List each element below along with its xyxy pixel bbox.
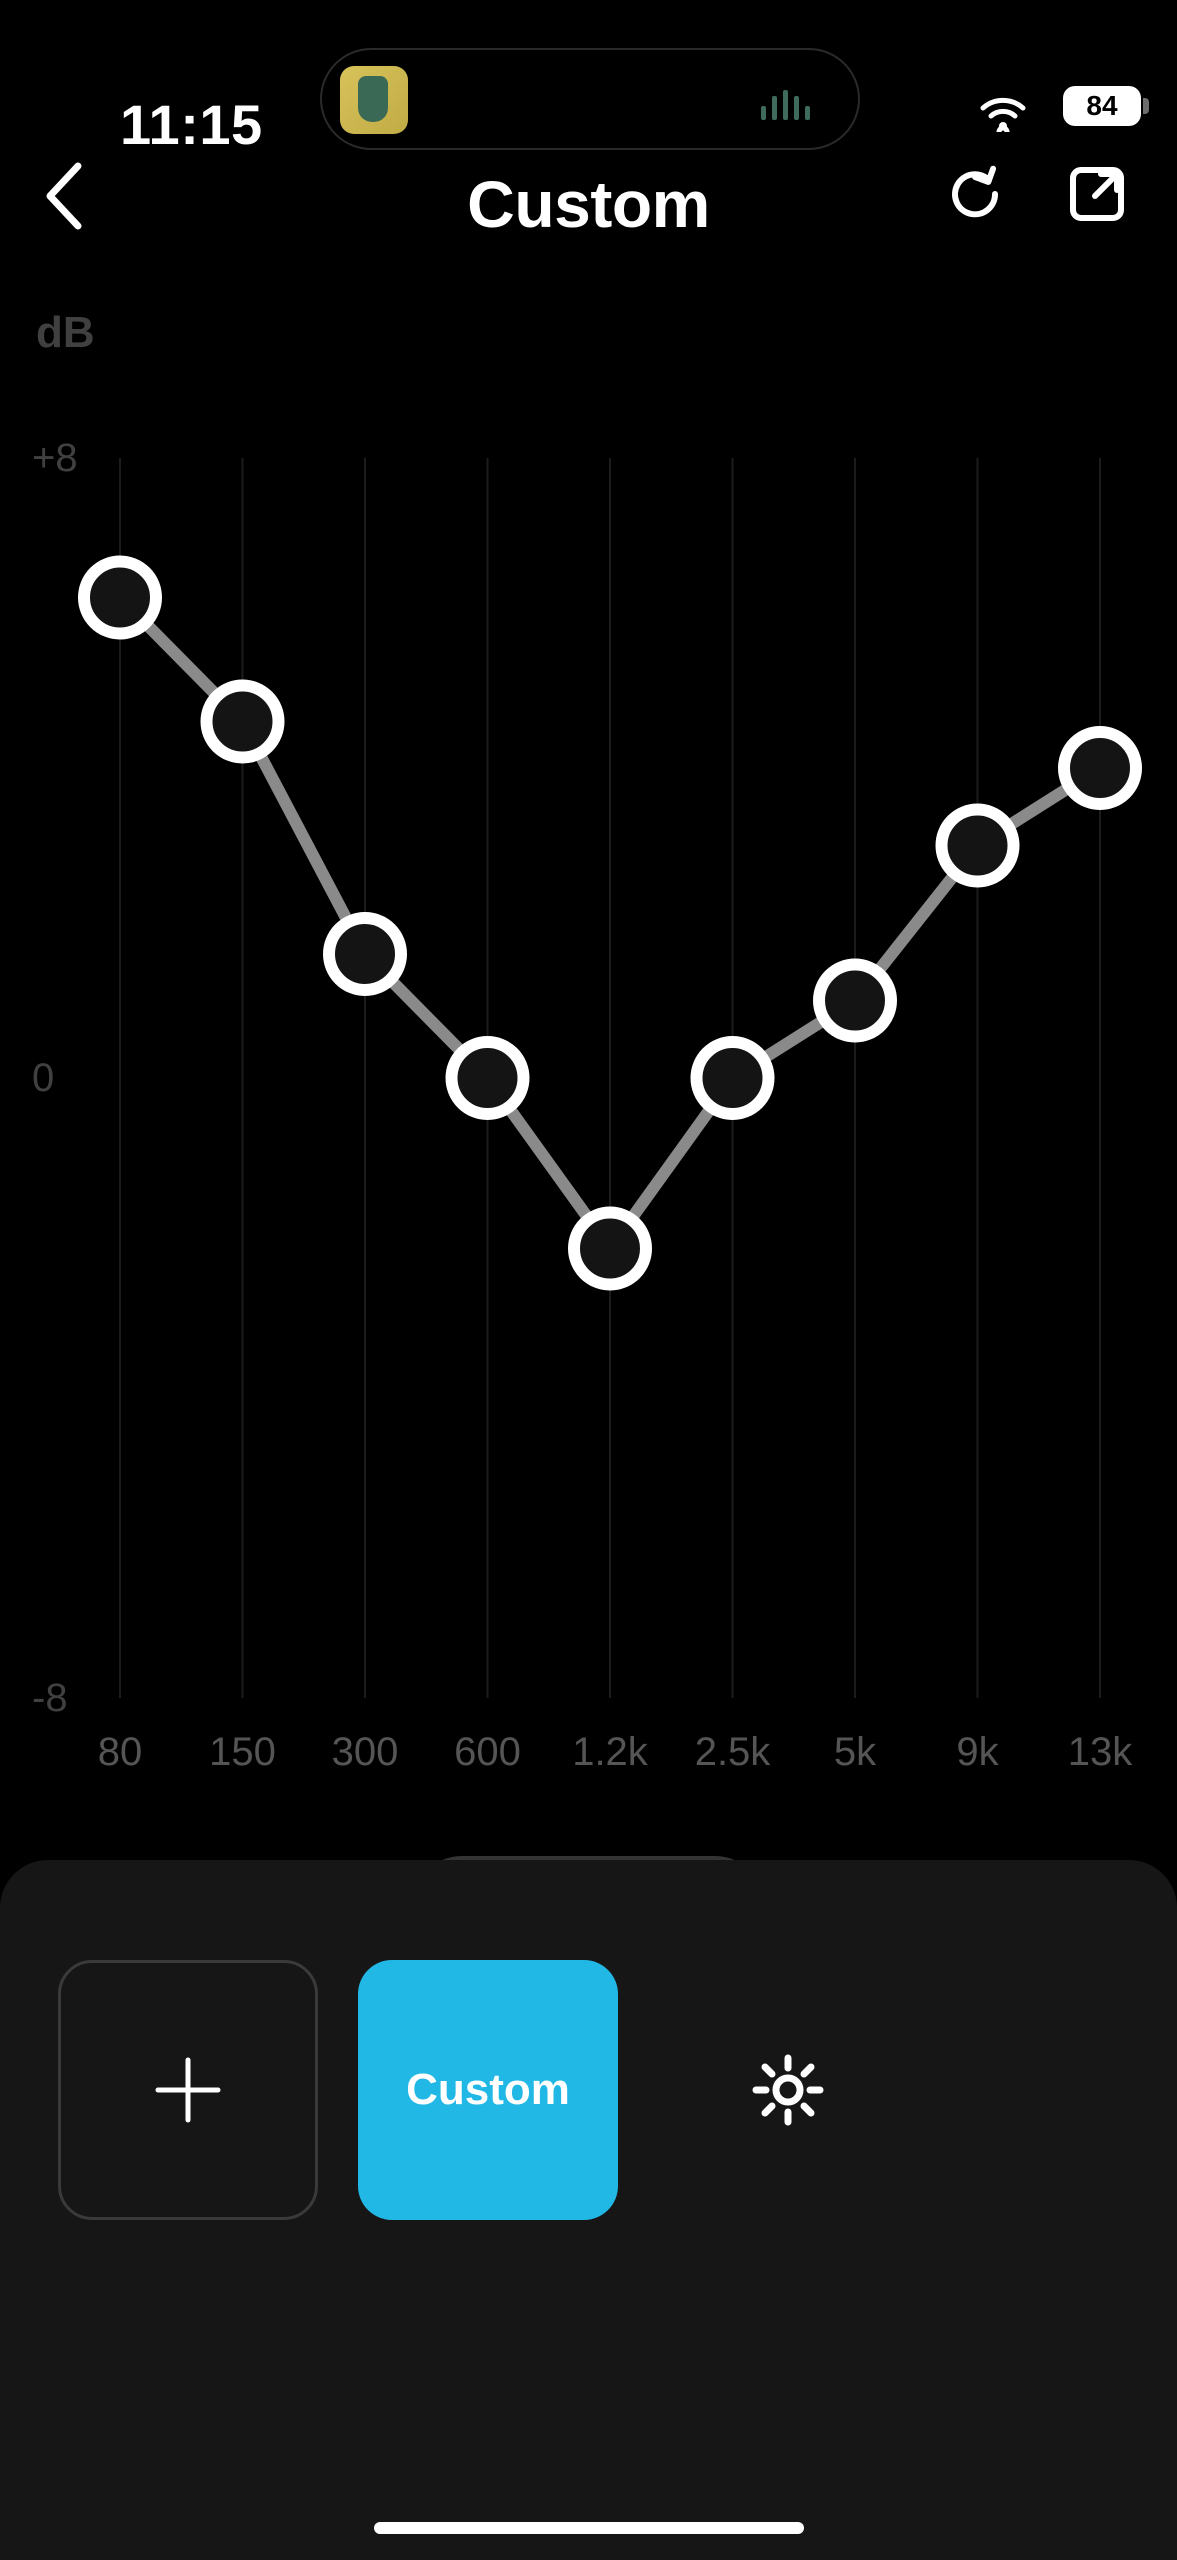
plus-icon [148, 2050, 228, 2130]
eq-band-handle[interactable] [207, 686, 279, 758]
equalizer-chart[interactable]: dB +80-8 801503006001.2k2.5k5k9k13k [0, 268, 1177, 1838]
home-indicator[interactable] [374, 2522, 804, 2534]
header: Custom [0, 118, 1177, 268]
x-axis-ticks: 80 150 300 600 1.2k 2.5k 5k 9k 13k [0, 1730, 1177, 1790]
gear-icon [752, 2054, 824, 2126]
preset-custom[interactable]: Custom [358, 1960, 618, 2220]
eq-band-handle[interactable] [1064, 732, 1136, 804]
x-tick: 300 [332, 1730, 399, 1775]
x-tick: 150 [209, 1730, 276, 1775]
preset-label: Custom [406, 2065, 570, 2115]
x-tick: 80 [98, 1730, 143, 1775]
preset-settings-button[interactable] [658, 1960, 918, 2220]
eq-band-handle[interactable] [942, 810, 1014, 882]
eq-band-handle[interactable] [574, 1213, 646, 1285]
eq-band-handle[interactable] [819, 965, 891, 1037]
audio-bars-icon [761, 90, 810, 120]
eq-band-handle[interactable] [329, 918, 401, 990]
eq-band-handle[interactable] [697, 1042, 769, 1114]
x-tick: 5k [834, 1730, 876, 1775]
x-tick: 9k [956, 1730, 998, 1775]
reset-button[interactable] [943, 162, 1007, 231]
x-tick: 600 [454, 1730, 521, 1775]
share-button[interactable] [1065, 162, 1129, 231]
eq-band-handle[interactable] [452, 1042, 524, 1114]
add-preset-button[interactable] [58, 1960, 318, 2220]
status-bar: 11:15 84 [0, 0, 1177, 118]
x-tick: 2.5k [695, 1730, 771, 1775]
preset-panel: Custom [0, 1860, 1177, 2560]
x-tick: 13k [1068, 1730, 1133, 1775]
eq-band-handle[interactable] [84, 562, 156, 634]
x-tick: 1.2k [572, 1730, 648, 1775]
